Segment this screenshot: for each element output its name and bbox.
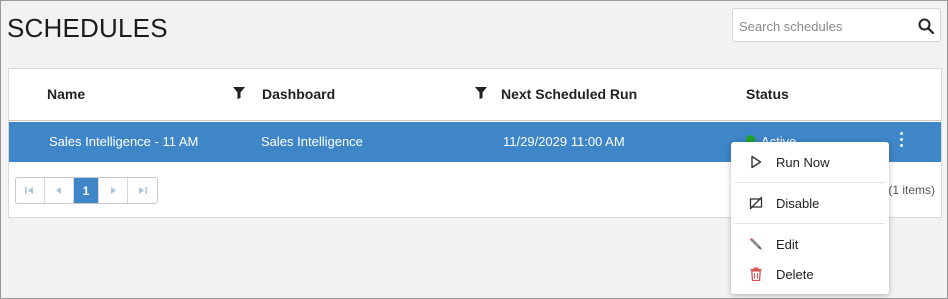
search-box[interactable] [732,8,941,42]
column-header-next-run[interactable]: Next Scheduled Run [501,86,637,102]
column-header-dashboard[interactable]: Dashboard [262,86,335,102]
items-count: (1 items) [888,183,935,197]
menu-item-label: Delete [776,267,814,282]
play-icon [751,155,762,169]
last-page-icon[interactable] [128,178,157,203]
column-header-status[interactable]: Status [746,86,789,102]
page-title: SCHEDULES [7,13,168,43]
menu-item-label: Run Now [776,155,830,170]
schedules-page: SCHEDULES Name Dashboard Next Scheduled … [0,0,948,299]
menu-item-disable[interactable]: Disable [731,189,889,219]
next-page-icon[interactable] [99,178,129,203]
filter-icon[interactable] [233,87,245,99]
prev-page-icon[interactable] [45,178,74,203]
current-page-button[interactable]: 1 [73,178,100,203]
cell-next-run: 11/29/2029 11:00 AM [503,134,625,149]
cell-name: Sales Intelligence - 11 AM [49,134,199,149]
vertical-ellipsis-icon[interactable] [897,132,905,150]
menu-item-delete[interactable]: Delete [731,260,889,290]
menu-item-edit[interactable]: Edit [731,230,889,260]
row-context-menu: Run Now Disable Edit Delete [731,142,889,294]
pencil-icon [750,238,762,250]
first-page-icon[interactable] [16,178,45,203]
column-header-name[interactable]: Name [47,86,85,102]
trash-icon [750,267,762,281]
search-icon[interactable] [918,18,934,34]
disable-icon [749,196,763,210]
cell-dashboard: Sales Intelligence [261,134,363,149]
pagination: 1 [15,177,158,204]
grid-header: Name Dashboard Next Scheduled Run Status [9,69,941,121]
search-input[interactable] [739,16,914,36]
menu-divider [735,223,885,224]
menu-item-label: Edit [776,237,799,252]
menu-divider [735,182,885,183]
menu-item-label: Disable [776,196,820,211]
filter-icon[interactable] [475,87,487,99]
menu-item-run-now[interactable]: Run Now [731,148,889,178]
